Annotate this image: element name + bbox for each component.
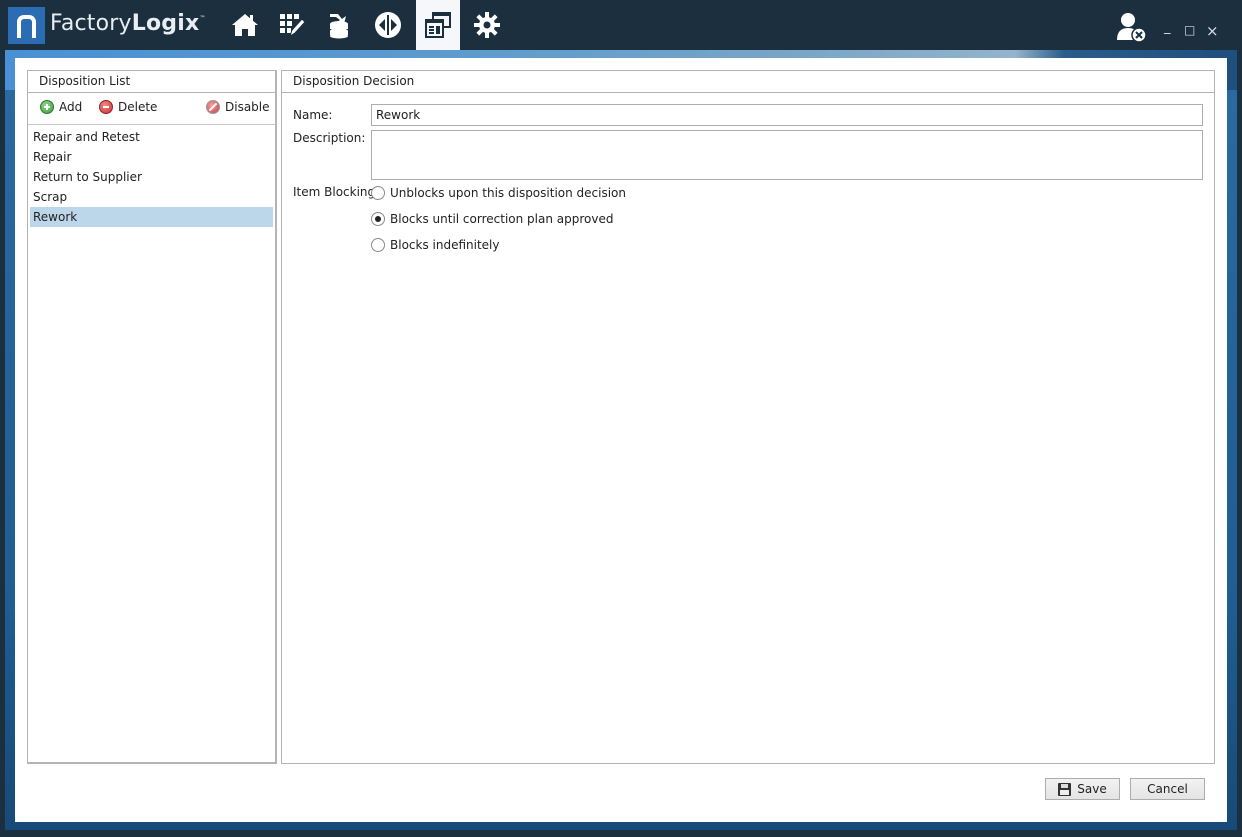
close-button[interactable]: × xyxy=(1206,22,1219,40)
delete-icon xyxy=(99,100,113,114)
delete-button[interactable]: Delete xyxy=(99,100,157,114)
disposition-window: Disposition List Add Delete Disable Repa… xyxy=(15,58,1227,822)
disable-button[interactable]: Disable xyxy=(206,100,270,114)
save-label: Save xyxy=(1077,782,1107,796)
home-icon[interactable] xyxy=(223,0,267,50)
user-logout-icon[interactable] xyxy=(1114,10,1148,44)
add-icon xyxy=(40,100,54,114)
title-bar: FactoryLogix™ _ □ × xyxy=(0,0,1242,50)
add-button[interactable]: Add xyxy=(40,100,82,114)
radio-blocks-until-approved[interactable]: Blocks until correction plan approved xyxy=(371,212,613,226)
brand-bold-text: Logix xyxy=(131,11,200,36)
trademark: ™ xyxy=(199,15,206,22)
radio-label: Unblocks upon this disposition decision xyxy=(390,186,627,200)
disable-icon xyxy=(206,100,220,114)
list-item[interactable]: Scrap xyxy=(30,187,273,207)
maximize-button[interactable]: □ xyxy=(1184,23,1195,37)
exchange-icon[interactable] xyxy=(366,0,410,50)
radio-label: Blocks until correction plan approved xyxy=(390,212,614,226)
radio-unblocks[interactable]: Unblocks upon this disposition decision xyxy=(371,186,626,200)
cancel-button[interactable]: Cancel xyxy=(1130,778,1205,800)
minimize-button[interactable]: _ xyxy=(1164,20,1171,35)
list-toolbar: Add Delete Disable xyxy=(28,93,275,125)
item-blocking-label: Item Blocking: xyxy=(293,185,380,199)
description-input[interactable] xyxy=(371,130,1203,180)
app-brand: FactoryLogix™ xyxy=(50,11,206,36)
list-item-selected[interactable]: Rework xyxy=(30,207,273,227)
gear-icon[interactable] xyxy=(465,0,509,50)
description-label: Description: xyxy=(293,131,366,145)
list-item[interactable]: Return to Supplier xyxy=(30,167,273,187)
list-item[interactable]: Repair and Retest xyxy=(30,127,273,147)
name-input[interactable] xyxy=(371,104,1203,126)
factorylogix-logo-icon xyxy=(8,7,45,44)
brand-light-text: Factory xyxy=(50,11,132,36)
database-import-icon[interactable] xyxy=(317,0,361,50)
radio-button[interactable] xyxy=(371,186,385,200)
radio-blocks-indefinitely[interactable]: Blocks indefinitely xyxy=(371,238,499,252)
disable-label: Disable xyxy=(225,100,270,114)
windows-icon[interactable] xyxy=(416,0,460,50)
disposition-decision-panel: Disposition Decision Name: Description: … xyxy=(281,70,1215,764)
radio-button-checked[interactable] xyxy=(371,212,385,226)
disposition-list-title: Disposition List xyxy=(28,71,275,93)
radio-label: Blocks indefinitely xyxy=(390,238,500,252)
delete-label: Delete xyxy=(118,100,158,114)
grid-edit-icon[interactable] xyxy=(270,0,314,50)
disposition-decision-title: Disposition Decision xyxy=(282,71,1214,93)
add-label: Add xyxy=(59,100,83,114)
save-button[interactable]: Save xyxy=(1045,778,1120,800)
list-item[interactable]: Repair xyxy=(30,147,273,167)
disposition-list-panel: Disposition List Add Delete Disable Repa… xyxy=(27,70,277,764)
disposition-list: Repair and Retest Repair Return to Suppl… xyxy=(28,125,275,229)
name-label: Name: xyxy=(293,108,333,122)
radio-button[interactable] xyxy=(371,238,385,252)
save-icon xyxy=(1058,782,1072,796)
